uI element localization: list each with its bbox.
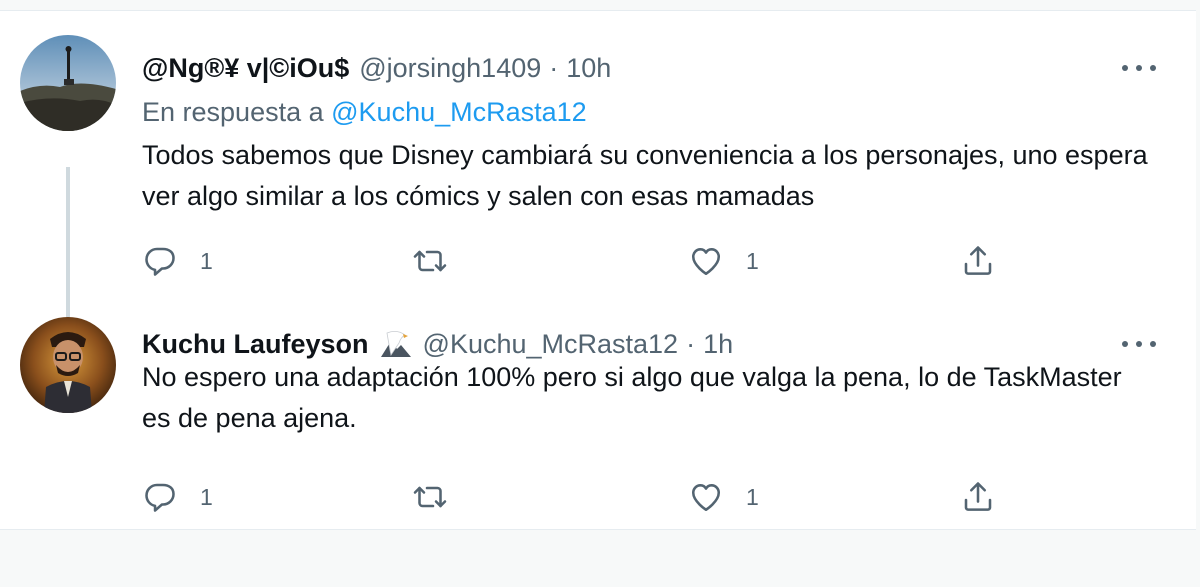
eagle-emoji-icon	[379, 329, 413, 359]
tweet-actions: 1 1	[142, 477, 1012, 517]
share-button[interactable]	[960, 241, 996, 281]
separator-dot: ·	[686, 329, 696, 359]
like-button[interactable]: 1	[688, 241, 759, 281]
reply-button[interactable]: 1	[142, 477, 213, 517]
avatar[interactable]	[20, 35, 116, 131]
tweet-header: Kuchu Laufeyson @Kuchu_McRasta12 · 1h	[142, 327, 733, 361]
reply-context: En respuesta a @Kuchu_McRasta12	[142, 95, 587, 129]
user-handle[interactable]: @Kuchu_McRasta12	[423, 327, 679, 361]
more-horizontal-icon	[1122, 341, 1128, 347]
separator-dot: ·	[549, 53, 559, 83]
avatar[interactable]	[20, 317, 116, 413]
display-name[interactable]: Kuchu Laufeyson	[142, 327, 369, 361]
more-options-button[interactable]	[1122, 329, 1156, 359]
thread-connector-line	[66, 167, 70, 333]
tweet-header: @Ng®¥ v|©iOu$ @jorsingh1409 · 10h	[142, 51, 611, 85]
conversation-card: @Ng®¥ v|©iOu$ @jorsingh1409 · 10h En res…	[0, 10, 1196, 530]
more-horizontal-icon	[1122, 65, 1128, 71]
reply-button[interactable]: 1	[142, 241, 213, 281]
retweet-icon	[413, 250, 447, 272]
heart-icon	[691, 248, 721, 276]
heart-icon	[691, 484, 721, 512]
timestamp[interactable]: 1h	[703, 327, 733, 361]
retweet-button[interactable]	[412, 477, 448, 517]
share-button[interactable]	[960, 477, 996, 517]
tweet-actions: 1 1	[142, 241, 1012, 281]
retweet-button[interactable]	[412, 241, 448, 281]
share-upload-icon	[964, 246, 992, 275]
reply-bubble-icon	[145, 247, 175, 276]
retweet-icon	[413, 486, 447, 508]
tweet-text: Todos sabemos que Disney cambiará su con…	[142, 140, 1148, 211]
like-count: 1	[746, 247, 759, 274]
share-upload-icon	[964, 482, 992, 511]
reply-mention-link[interactable]: @Kuchu_McRasta12	[331, 97, 587, 127]
reply-count: 1	[200, 247, 213, 274]
reply-bubble-icon	[145, 483, 175, 512]
reply-count: 1	[200, 483, 213, 510]
like-button[interactable]: 1	[688, 477, 759, 517]
reply-prefix: En respuesta a	[142, 97, 324, 127]
tweet-text: No espero una adaptación 100% pero si al…	[142, 362, 1122, 433]
like-count: 1	[746, 483, 759, 510]
more-options-button[interactable]	[1122, 53, 1156, 83]
user-handle[interactable]: @jorsingh1409	[359, 51, 541, 85]
timestamp[interactable]: 10h	[566, 51, 611, 85]
display-name[interactable]: @Ng®¥ v|©iOu$	[142, 51, 349, 85]
